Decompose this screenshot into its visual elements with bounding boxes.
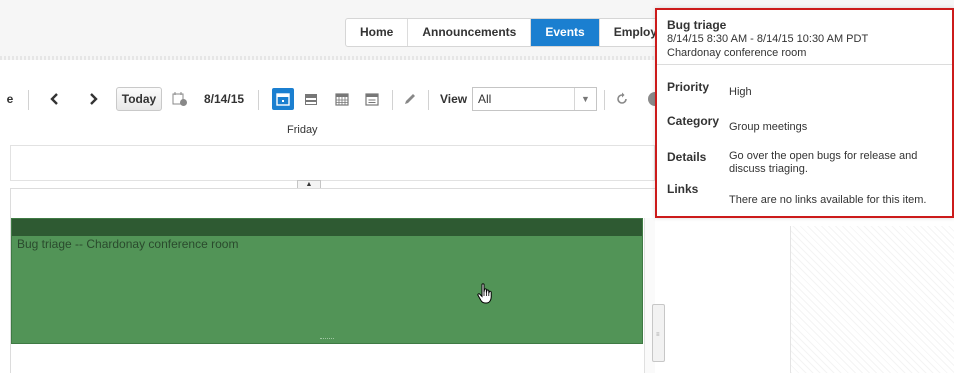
tab-announcements[interactable]: Announcements — [408, 19, 532, 46]
month-view-button[interactable] — [331, 88, 353, 110]
details-value: Go over the open bugs for release and di… — [729, 150, 918, 175]
popup-location: Chardonay conference room — [667, 47, 807, 59]
nav-tabs: Home Announcements Events Employees — [345, 18, 694, 47]
tab-home[interactable]: Home — [346, 19, 409, 46]
all-day-row[interactable] — [10, 145, 655, 181]
truncated-toolbar-label: e — [6, 92, 14, 106]
event-details-popup: Bug triage 8/14/15 8:30 AM - 8/14/15 10:… — [655, 8, 954, 218]
day-view-button[interactable] — [272, 88, 294, 110]
view-label: View — [440, 92, 468, 106]
chevron-down-icon[interactable]: ▼ — [574, 88, 596, 110]
refresh-icon — [617, 92, 627, 104]
links-value: There are no links available for this it… — [729, 194, 927, 206]
popup-time: 8/14/15 8:30 AM - 8/14/15 10:30 AM PDT — [667, 33, 869, 45]
priority-label: Priority — [667, 80, 710, 94]
view-select-value: All — [478, 92, 492, 106]
hand-cursor-icon — [477, 283, 492, 304]
event-time-bar — [12, 219, 642, 236]
toolbar-separator — [604, 90, 605, 110]
edit-button[interactable] — [400, 84, 420, 114]
calendar-event[interactable]: Bug triage -- Chardonay conference room — [11, 218, 643, 344]
refresh-button[interactable] — [612, 84, 632, 114]
event-resize-handle[interactable] — [320, 338, 334, 340]
list-view-icon — [365, 93, 379, 106]
priority-value: High — [729, 86, 752, 98]
category-value: Group meetings — [729, 121, 808, 133]
chevron-right-icon — [90, 93, 98, 105]
toolbar-separator — [258, 90, 259, 110]
links-label: Links — [667, 182, 699, 196]
toolbar-separator — [28, 90, 29, 110]
popup-title: Bug triage — [667, 18, 727, 32]
calendar-toolbar: e Today 8/14/15 View All ▼ — [0, 84, 662, 114]
scrollbar-thumb[interactable]: ≡ — [652, 304, 665, 362]
chevron-left-icon — [50, 93, 58, 105]
day-view-icon — [276, 93, 290, 106]
week-view-button[interactable] — [300, 88, 322, 110]
date-picker-button[interactable] — [170, 84, 190, 114]
calendar-clock-icon — [172, 92, 187, 106]
details-label: Details — [667, 150, 707, 164]
event-summary: Bug triage -- Chardonay conference room — [17, 237, 239, 251]
list-view-button[interactable] — [361, 88, 383, 110]
today-button[interactable]: Today — [116, 87, 162, 111]
toolbar-separator — [392, 90, 393, 110]
side-pane-background — [790, 226, 954, 373]
week-view-icon — [305, 94, 317, 105]
next-button[interactable] — [84, 84, 102, 114]
toolbar-separator — [428, 90, 429, 110]
tab-events[interactable]: Events — [531, 19, 600, 46]
previous-button[interactable] — [46, 84, 64, 114]
popup-divider — [657, 64, 952, 65]
pencil-icon — [405, 94, 415, 104]
category-label: Category — [667, 114, 720, 128]
month-view-icon — [335, 93, 349, 106]
day-column-header: Friday — [287, 124, 318, 136]
current-date: 8/14/15 — [204, 92, 245, 106]
view-select[interactable]: All ▼ — [472, 87, 597, 111]
grid-divider — [10, 188, 655, 189]
